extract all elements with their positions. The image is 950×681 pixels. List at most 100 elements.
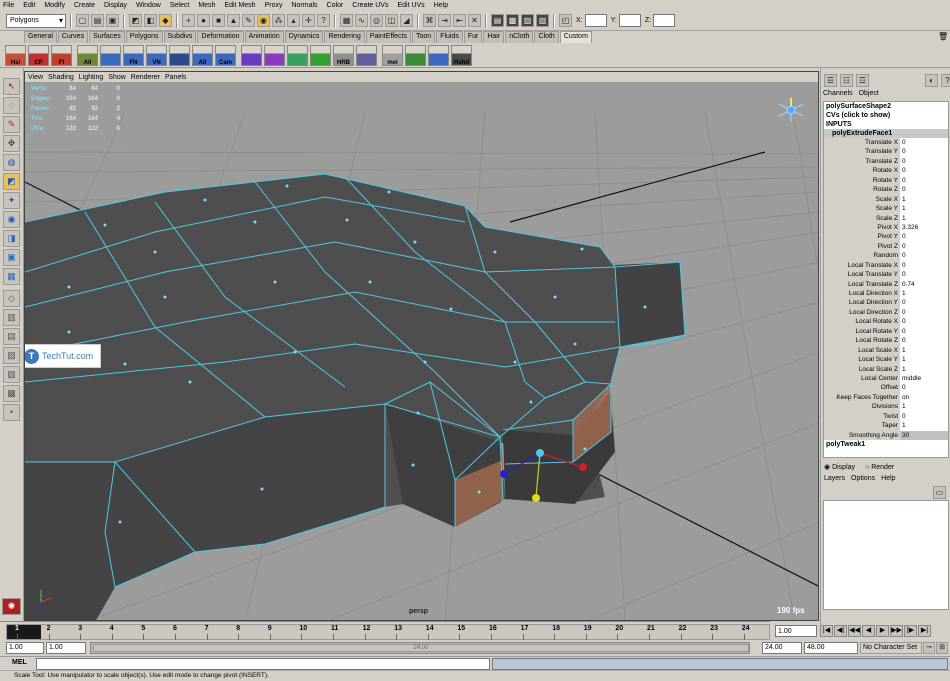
channel-row[interactable]: Rotate X0 <box>824 166 948 176</box>
channel-name[interactable]: Keep Faces Together <box>824 392 900 403</box>
menu-proxy[interactable]: Proxy <box>265 2 283 9</box>
channel-name[interactable]: Pivot Y <box>824 232 900 242</box>
channel-name[interactable]: Local Direction Z <box>824 307 900 318</box>
channel-name[interactable]: Local Center <box>824 373 900 384</box>
render-frame-icon[interactable]: ▩ <box>506 14 519 27</box>
channel-name[interactable]: Local Direction X <box>824 289 900 299</box>
channel-value[interactable]: 0 <box>900 147 948 157</box>
shelf-tab-surfaces[interactable]: Surfaces <box>89 31 125 43</box>
manip-center-handle[interactable] <box>536 449 544 457</box>
layout-persp-graph-icon[interactable]: ▩ <box>3 385 20 402</box>
channel-value[interactable]: 0 <box>900 156 948 167</box>
channel-row[interactable]: Pivot Z0 <box>824 241 948 252</box>
input-node-name[interactable]: polyExtrudeFace1 <box>824 129 948 138</box>
channel-value[interactable]: 1 <box>900 213 948 223</box>
soft-mod-icon[interactable]: ◉ <box>3 211 20 228</box>
range-slider[interactable]: 24.00 <box>90 642 750 654</box>
transform-field-icon[interactable]: ◰ <box>559 14 572 27</box>
channel-value[interactable]: 1 <box>900 345 948 356</box>
channel-row[interactable]: Local Rotate Z0 <box>824 336 948 346</box>
channel-value[interactable]: 0 <box>900 185 948 195</box>
channel-value[interactable]: 1 <box>900 204 948 214</box>
channel-name[interactable]: Translate Y <box>824 147 900 157</box>
channel-value[interactable]: 0 <box>900 411 948 422</box>
shelf-button-tool-4[interactable] <box>100 45 121 66</box>
construction-history-icon[interactable]: ⌘ <box>423 14 436 27</box>
character-set-dropdown[interactable]: No Character Set <box>860 642 922 654</box>
shelf-button-tool-10[interactable] <box>241 45 262 66</box>
channel-box-toggle-icon[interactable]: ☰ <box>824 74 837 87</box>
menu-set-dropdown[interactable]: Polygons <box>6 13 66 28</box>
channel-value[interactable]: 30 <box>900 430 948 440</box>
pick-params-icon[interactable]: ⁂ <box>272 14 285 27</box>
menu-window[interactable]: Window <box>136 2 161 9</box>
channel-value[interactable]: 0.74 <box>900 279 948 289</box>
playback-start-field[interactable]: 1.00 <box>46 642 86 654</box>
shelf-button-hshd[interactable]: Hshd <box>451 45 472 66</box>
y-field[interactable] <box>618 14 641 27</box>
snap-point-icon[interactable]: ◎ <box>370 14 383 27</box>
channel-value[interactable]: 3.326 <box>900 222 948 233</box>
current-frame-field[interactable]: 1.00 <box>775 625 817 637</box>
channel-value[interactable]: 0 <box>900 317 948 327</box>
channel-name[interactable]: Local Scale X <box>824 345 900 356</box>
show-manip-icon[interactable]: ◨ <box>3 230 20 247</box>
x-field[interactable] <box>584 14 607 27</box>
layout-four-icon[interactable]: ◇ <box>3 290 20 307</box>
select-tool-icon[interactable]: ↖ <box>3 78 20 95</box>
viewport-menu-show[interactable]: Show <box>108 74 126 81</box>
viewport-persp[interactable]: View Shading Lighting Show Renderer Panels <box>24 71 819 621</box>
render-settings-icon[interactable]: ▧ <box>536 14 549 27</box>
channel-value[interactable]: 1 <box>900 355 948 365</box>
help-line-toggle-icon[interactable]: ◐ <box>925 74 938 87</box>
channel-name[interactable]: Local Scale Z <box>824 364 900 374</box>
channel-row[interactable]: Random 0 <box>824 251 948 261</box>
channel-row[interactable]: Scale Y1 <box>824 204 948 214</box>
shelf-tab-toon[interactable]: Toon <box>411 31 436 43</box>
shelf-tab-fur[interactable]: Fur <box>463 31 483 43</box>
shelf-tab-painteffects[interactable]: PaintEffects <box>365 31 411 43</box>
channel-value[interactable]: 1 <box>900 289 948 299</box>
shelf-tab-curves[interactable]: Curves <box>57 31 89 43</box>
shelf-tab-animation[interactable]: Animation <box>244 31 284 43</box>
channel-row[interactable]: Local Direction Y0 <box>824 298 948 308</box>
layout-hypershade-icon[interactable]: ▨ <box>3 366 20 383</box>
layout-single-icon[interactable]: ▦ <box>3 268 20 285</box>
channel-name[interactable]: Local Scale Y <box>824 355 900 365</box>
shelf-tab-dynamics[interactable]: Dynamics <box>284 31 324 43</box>
channel-row[interactable]: Pivot Y0 <box>824 232 948 242</box>
shelf-tab-ncloth[interactable]: nCloth <box>505 31 534 43</box>
z-field[interactable] <box>653 14 676 27</box>
shelf-button-tool-18[interactable] <box>428 45 449 66</box>
channel-name[interactable]: Pivot X <box>824 222 900 233</box>
shelf-button-tool-17[interactable] <box>405 45 426 66</box>
pick-hulls-icon[interactable]: ▴ <box>287 14 300 27</box>
channel-value[interactable]: middle <box>900 373 948 384</box>
channel-value[interactable]: 0 <box>900 336 948 346</box>
pick-misc-icon[interactable]: ? <box>317 14 330 27</box>
shelf-button-tool-12[interactable] <box>287 45 308 66</box>
layout-graph-icon[interactable]: ▧ <box>3 347 20 364</box>
channel-value[interactable]: 1 <box>900 421 948 431</box>
anim-prefs-icon[interactable]: ⊞ <box>936 642 948 654</box>
help-menu[interactable]: Help <box>881 475 895 482</box>
channel-value[interactable]: 1 <box>900 364 948 374</box>
channel-name[interactable]: Local Direction Y <box>824 298 900 308</box>
channel-value[interactable]: 0 <box>900 270 948 280</box>
move-tool-icon[interactable]: ✥ <box>3 135 20 152</box>
channel-row[interactable]: Taper 1 <box>824 421 948 431</box>
shelf-button-tool-7[interactable] <box>169 45 190 66</box>
options-menu[interactable]: Options <box>851 475 875 482</box>
viewport-menu-lighting[interactable]: Lighting <box>79 74 104 81</box>
channel-value[interactable]: 0 <box>900 383 948 393</box>
mel-label[interactable]: MEL <box>12 659 27 666</box>
channel-value[interactable]: 0 <box>900 326 948 337</box>
channel-name[interactable]: Scale Y <box>824 204 900 214</box>
channel-name[interactable]: Scale X <box>824 194 900 205</box>
channel-row[interactable]: Local Translate Y0 <box>824 270 948 280</box>
step-forward-frame-icon[interactable]: ▶▶ <box>890 625 903 637</box>
channel-row[interactable]: Local Scale Y1 <box>824 355 948 365</box>
channel-row[interactable]: Rotate Z0 <box>824 185 948 195</box>
step-back-key-icon[interactable]: ◀| <box>834 625 847 637</box>
manip-y-handle[interactable] <box>532 494 540 502</box>
